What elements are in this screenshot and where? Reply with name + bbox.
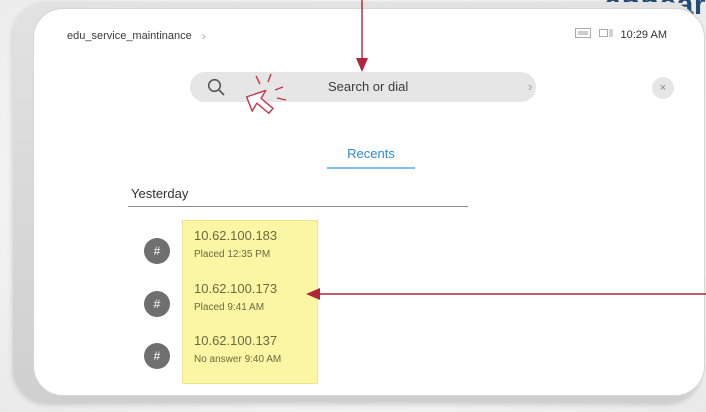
call-list-item[interactable]: #: [144, 329, 170, 369]
status-time: 10:29 AM: [620, 28, 667, 41]
chevron-right-icon[interactable]: ›: [202, 29, 206, 43]
search-chevron-icon[interactable]: ›: [528, 79, 532, 94]
close-button[interactable]: ×: [652, 77, 674, 99]
section-divider: [128, 206, 468, 207]
search-icon: [207, 78, 225, 96]
call-list-item[interactable]: #: [144, 224, 170, 264]
call-entry[interactable]: 10.62.100.183 Placed 12:35 PM: [194, 228, 277, 260]
display-icon: [574, 28, 591, 41]
call-avatar: #: [144, 291, 170, 317]
call-list-item[interactable]: #: [144, 277, 170, 317]
section-label-yesterday: Yesterday: [131, 186, 189, 201]
tab-recents[interactable]: Recents: [327, 146, 415, 169]
device-screen: edu_service_maintinance › 10:29 AM Searc…: [33, 8, 705, 396]
call-number: 10.62.100.137: [194, 333, 278, 348]
call-avatar: #: [144, 238, 170, 264]
call-entry[interactable]: 10.62.100.137 No answer 9:40 AM: [194, 333, 281, 365]
device-frame: edu_service_maintinance › 10:29 AM Searc…: [13, 2, 705, 402]
call-status: Placed 9:41 AM: [194, 302, 265, 313]
camera-icon: [598, 28, 613, 41]
device-name: edu_service_maintinance: [67, 30, 192, 42]
call-number: 10.62.100.173: [194, 281, 278, 296]
stage: appear edu_service_maintinance ›: [0, 0, 706, 412]
status-bar-right: 10:29 AM: [574, 28, 667, 41]
call-avatar: #: [144, 343, 170, 369]
call-number: 10.62.100.183: [194, 228, 278, 243]
call-status: No answer 9:40 AM: [194, 354, 282, 365]
status-bar-left: edu_service_maintinance ›: [67, 29, 206, 43]
search-bar[interactable]: Search or dial: [190, 72, 536, 102]
search-input[interactable]: Search or dial: [328, 79, 408, 94]
call-status: Placed 12:35 PM: [194, 249, 271, 260]
call-entry[interactable]: 10.62.100.173 Placed 9:41 AM: [194, 281, 277, 313]
